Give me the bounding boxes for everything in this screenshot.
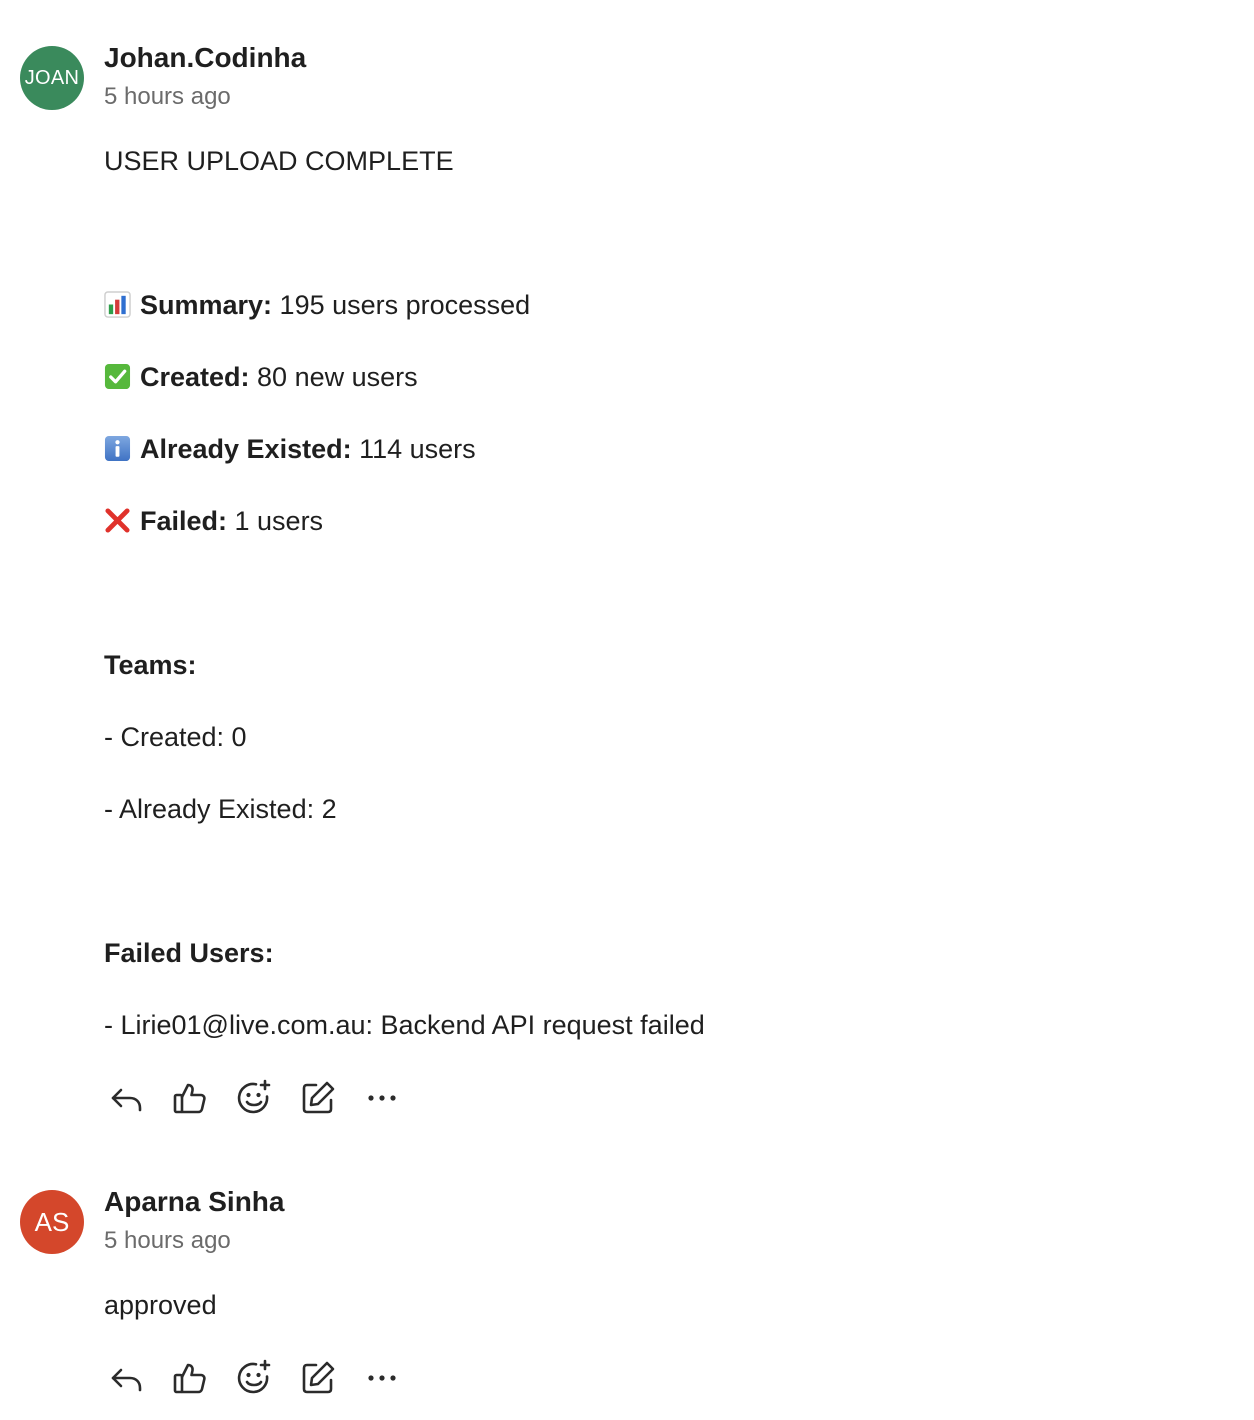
more-icon	[368, 1375, 396, 1381]
avatar[interactable]: JOAN	[20, 46, 84, 110]
reply-icon	[111, 1088, 142, 1112]
edit-icon	[302, 1361, 335, 1394]
created-value: 80 new users	[249, 362, 418, 392]
edit-icon	[302, 1081, 335, 1114]
more-icon	[368, 1095, 396, 1101]
teams-existed: - Already Existed: 2	[104, 794, 337, 824]
teams-heading: Teams:	[104, 648, 197, 682]
failed-label: Failed:	[140, 506, 228, 536]
avatar-initials: AS	[34, 1206, 70, 1237]
summary-line: Summary: 195 users processed	[104, 288, 530, 322]
already-existed-label: Already Existed:	[140, 434, 352, 464]
avatar[interactable]: AS	[20, 1190, 84, 1254]
reply-button[interactable]	[104, 1076, 148, 1120]
created-label: Created:	[140, 362, 250, 392]
summary-value: 195 users processed	[272, 290, 531, 320]
comment-actions	[104, 1076, 424, 1120]
created-line: Created: 80 new users	[104, 360, 418, 394]
thumbs-up-icon	[173, 1083, 206, 1114]
failed-value: 1 users	[227, 506, 324, 536]
bar-chart-icon	[104, 291, 131, 318]
already-existed-line: Already Existed: 114 users	[104, 432, 476, 466]
summary-label: Summary:	[140, 290, 273, 320]
teams-created: - Created: 0	[104, 722, 247, 752]
reply-button[interactable]	[104, 1356, 148, 1400]
comment-title: USER UPLOAD COMPLETE	[104, 146, 454, 176]
edit-button[interactable]	[296, 1076, 340, 1120]
author-name[interactable]: Johan.Codinha	[104, 42, 306, 74]
cross-mark-icon	[105, 508, 130, 533]
like-button[interactable]	[168, 1356, 212, 1400]
timestamp: 5 hours ago	[104, 83, 231, 110]
author-name[interactable]: Aparna Sinha	[104, 1186, 284, 1218]
check-mark-button-icon	[104, 363, 131, 390]
teams-heading-text: Teams:	[104, 650, 197, 680]
failed-user-item: - Lirie01@live.com.au: Backend API reque…	[104, 1010, 705, 1040]
more-options-button[interactable]	[360, 1076, 404, 1120]
information-icon	[104, 435, 131, 462]
comment-actions	[104, 1356, 424, 1400]
reply-icon	[111, 1368, 142, 1392]
edit-button[interactable]	[296, 1356, 340, 1400]
failed-users-heading: Failed Users:	[104, 936, 274, 970]
failed-users-heading-text: Failed Users:	[104, 938, 274, 968]
comment-body: approved	[104, 1290, 217, 1320]
like-button[interactable]	[168, 1076, 212, 1120]
add-reaction-icon	[237, 1359, 271, 1394]
add-reaction-button[interactable]	[232, 1356, 276, 1400]
failed-line: Failed: 1 users	[104, 504, 323, 538]
add-reaction-icon	[237, 1079, 271, 1114]
timestamp: 5 hours ago	[104, 1227, 231, 1254]
add-reaction-button[interactable]	[232, 1076, 276, 1120]
avatar-initials: JOAN	[24, 66, 80, 89]
thumbs-up-icon	[173, 1363, 206, 1394]
already-existed-value: 114 users	[351, 434, 476, 464]
more-options-button[interactable]	[360, 1356, 404, 1400]
